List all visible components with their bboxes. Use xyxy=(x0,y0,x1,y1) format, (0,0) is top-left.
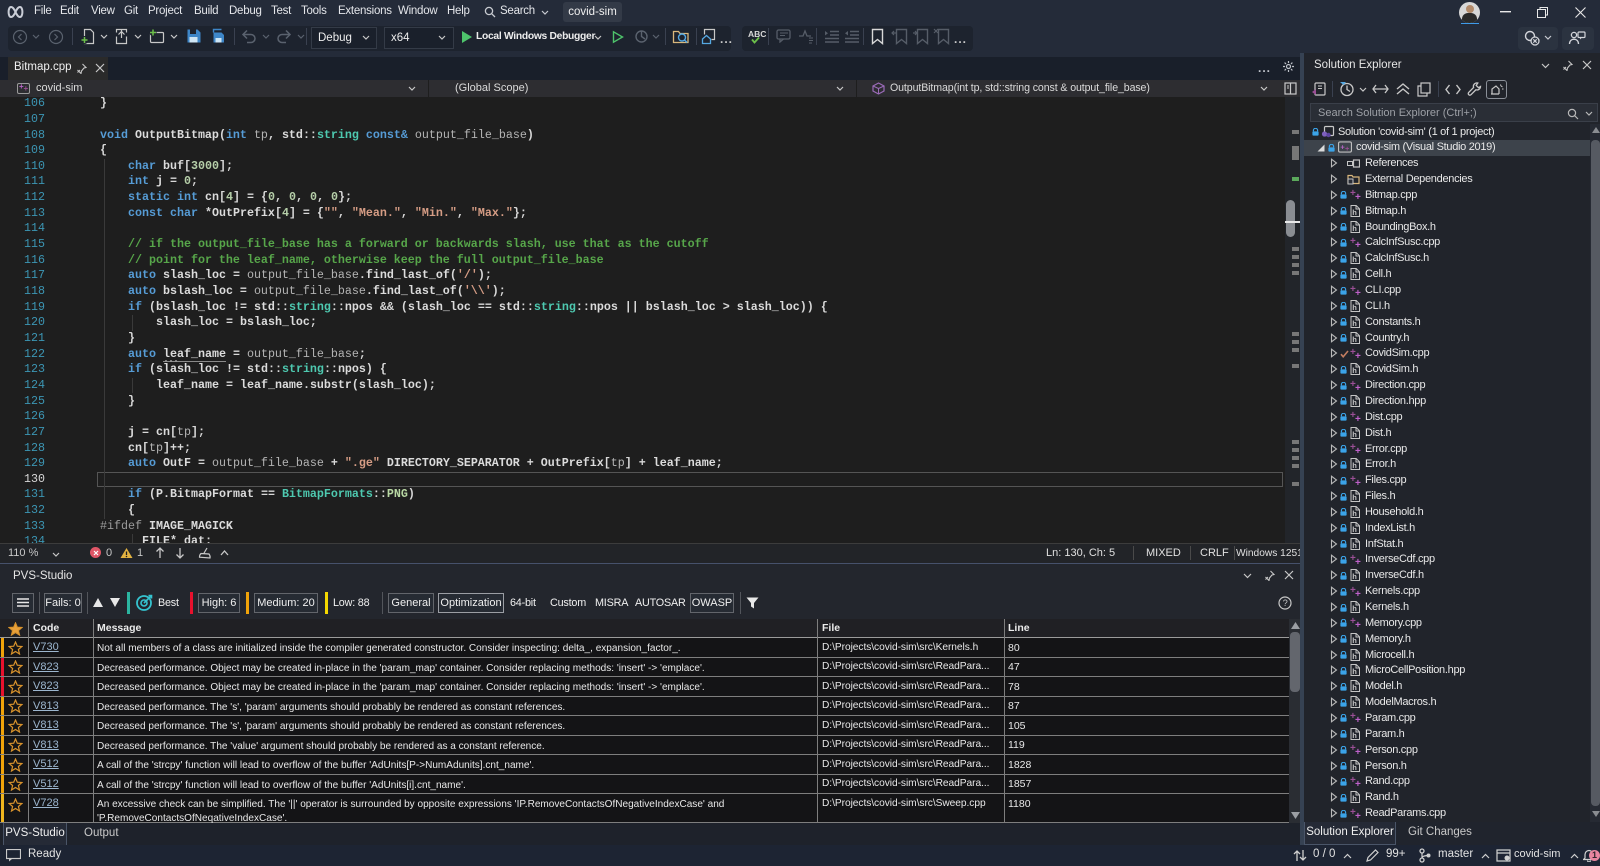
svg-text:h: h xyxy=(1352,525,1357,534)
svg-text:h: h xyxy=(1352,366,1357,375)
svg-text:ABC: ABC xyxy=(748,29,766,39)
svg-text:h: h xyxy=(1352,652,1357,661)
svg-text:h: h xyxy=(1352,572,1357,581)
svg-text:h: h xyxy=(1352,509,1357,518)
svg-text:h: h xyxy=(1352,794,1357,803)
svg-text:h: h xyxy=(1352,224,1357,233)
svg-text:h: h xyxy=(1352,731,1357,740)
svg-text:h: h xyxy=(1352,461,1357,470)
svg-text:h: h xyxy=(1352,763,1357,772)
svg-text:h: h xyxy=(1352,604,1357,613)
svg-text:h: h xyxy=(1352,335,1357,344)
svg-text:+: + xyxy=(1345,144,1350,153)
svg-text:h: h xyxy=(1352,319,1357,328)
svg-text:h: h xyxy=(1352,636,1357,645)
svg-text:h: h xyxy=(1352,398,1357,407)
svg-text:h: h xyxy=(1352,208,1357,217)
svg-text:h: h xyxy=(1352,271,1357,280)
svg-text:h: h xyxy=(1352,303,1357,312)
svg-text:h: h xyxy=(1352,667,1357,676)
svg-text:h: h xyxy=(1352,699,1357,708)
svg-text:h: h xyxy=(1352,255,1357,264)
svg-text:h: h xyxy=(1352,493,1357,502)
svg-text:h: h xyxy=(1352,430,1357,439)
svg-text:?: ? xyxy=(1283,598,1288,608)
svg-text:h: h xyxy=(1352,541,1357,550)
svg-text:h: h xyxy=(1352,683,1357,692)
